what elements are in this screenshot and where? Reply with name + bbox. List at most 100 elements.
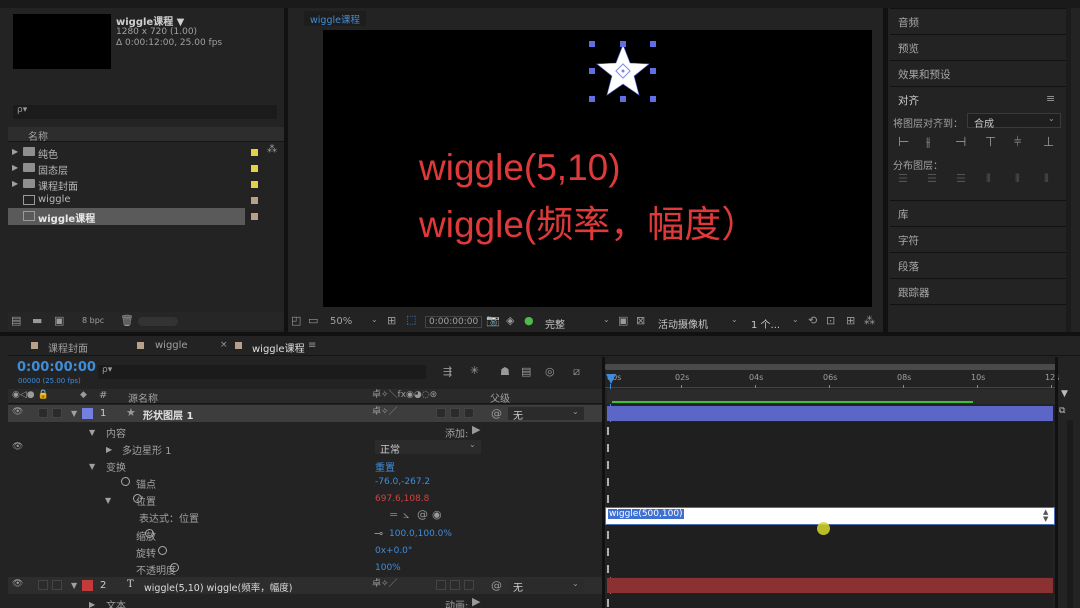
expression-language-menu-icon[interactable]: ◉ xyxy=(432,509,442,520)
collapse-arrow-icon[interactable]: ▼ xyxy=(71,581,77,590)
align-horizontal-center-icon[interactable]: ⫲ xyxy=(926,136,930,149)
stopwatch-icon[interactable] xyxy=(121,477,130,486)
panel-preview[interactable]: 预览 xyxy=(898,41,919,56)
thumbnail-slider[interactable] xyxy=(138,317,178,326)
opacity-value[interactable]: 100% xyxy=(375,563,401,573)
tab-course-cover[interactable]: 课程封面 xyxy=(48,340,88,355)
list-item[interactable]: wiggle xyxy=(8,192,284,209)
distribute-bottom-icon[interactable]: ☰ xyxy=(956,173,966,184)
expression-pickwhip-icon[interactable]: @ xyxy=(417,509,428,520)
distribute-left-icon[interactable]: ⦀ xyxy=(986,173,991,184)
monitor-icon[interactable]: ▭ xyxy=(308,315,318,326)
tab-menu-icon[interactable]: ≡ xyxy=(308,341,316,351)
layer-name[interactable]: 形状图层 1 xyxy=(143,407,193,422)
camera-dropdown[interactable]: 活动摄像机 xyxy=(658,316,708,331)
label-color-swatch[interactable] xyxy=(251,165,258,172)
panel-library[interactable]: 库 xyxy=(898,207,909,222)
eye-icon[interactable]: 👁 xyxy=(12,408,23,417)
flowchart-icon[interactable]: ⁂ xyxy=(267,145,277,155)
transform-handle[interactable] xyxy=(650,41,656,47)
star-shape[interactable] xyxy=(589,42,657,100)
switch-box[interactable] xyxy=(464,580,474,590)
playhead[interactable] xyxy=(606,374,616,384)
expression-field[interactable]: wiggle(500,100) ▲ ▼ xyxy=(605,507,1055,525)
list-item[interactable]: ▶ 固态层 xyxy=(8,160,284,177)
project-search-input[interactable]: ρ▾ xyxy=(13,105,277,119)
polystar-label[interactable]: 多边星形 1 xyxy=(122,442,172,457)
timeline-vertical-scrollbar[interactable] xyxy=(1067,420,1073,608)
av-switches-icon[interactable]: ◉◁● 🔒 xyxy=(12,391,49,400)
shy-layers-icon[interactable]: ☗ xyxy=(500,366,510,377)
comp-marker-bin-icon[interactable]: ⧉ xyxy=(1059,407,1065,416)
switch-box[interactable] xyxy=(436,580,446,590)
label-color-swatch[interactable] xyxy=(251,149,258,156)
canvas-text-line2[interactable]: wiggle(频率，幅度） xyxy=(419,194,758,248)
expression-enable-icon[interactable]: = xyxy=(389,509,398,520)
panel-tracker[interactable]: 跟踪器 xyxy=(898,285,930,300)
interpret-footage-icon[interactable]: ▤ xyxy=(11,315,21,326)
new-composition-icon[interactable]: ▣ xyxy=(54,315,64,326)
collapse-arrow-icon[interactable]: ▼ xyxy=(89,428,95,437)
transform-handle[interactable] xyxy=(650,68,656,74)
solo-switch[interactable] xyxy=(38,408,48,418)
eye-icon[interactable]: 👁 xyxy=(12,580,23,589)
viewer-timecode[interactable]: 0:00:00:00 xyxy=(425,316,483,328)
anchor-value[interactable]: -76.0,-267.2 xyxy=(375,477,430,487)
collapse-arrow-icon[interactable]: ▼ xyxy=(105,496,111,505)
3d-view-icon[interactable]: ⊡ xyxy=(826,315,835,326)
pick-whip-icon[interactable]: @ xyxy=(491,580,502,591)
chevron-down-icon[interactable]: ⌄ xyxy=(731,316,738,324)
trash-icon[interactable]: 🗑 xyxy=(120,315,134,326)
resolution-dropdown[interactable]: 完整 xyxy=(545,316,565,331)
expand-arrow-icon[interactable]: ▶ xyxy=(106,445,112,454)
current-time[interactable]: 0:00:00:00 xyxy=(17,360,96,375)
source-name-column-header[interactable]: 源名称 xyxy=(128,390,158,405)
distribute-top-icon[interactable]: ☰ xyxy=(898,173,908,184)
expression-graph-icon[interactable]: ⦣ xyxy=(403,509,409,520)
switches-column-icons[interactable]: 卓✧＼fx◉◕◌⊛ xyxy=(372,391,437,400)
blend-mode-dropdown[interactable]: 正常 ⌄ xyxy=(375,440,481,456)
chevron-down-icon[interactable]: ⌄ xyxy=(792,316,799,324)
panel-menu-icon[interactable]: ≡ xyxy=(1046,93,1055,104)
expand-arrow-icon[interactable]: ▶ xyxy=(12,147,18,156)
layer-2-duration-bar[interactable] xyxy=(607,578,1053,593)
name-column-header[interactable]: 名称 xyxy=(28,128,48,143)
new-folder-icon[interactable]: ▬ xyxy=(32,315,42,326)
align-vertical-center-icon[interactable]: ⫩ xyxy=(1014,136,1021,149)
chevron-down-icon[interactable]: ⌄ xyxy=(371,316,378,324)
frame-blending-icon[interactable]: ▤ xyxy=(521,366,531,377)
rotation-value[interactable]: 0x+0.0° xyxy=(375,546,412,556)
network-icon[interactable]: ⁂ xyxy=(864,315,875,326)
fit-frame-icon[interactable]: ⊞ xyxy=(387,315,396,326)
expand-arrow-icon[interactable]: ▶ xyxy=(89,600,95,608)
work-area-end-marker[interactable]: ▼ xyxy=(1061,390,1068,399)
solo-switch[interactable] xyxy=(38,580,48,590)
panel-effects-presets[interactable]: 效果和预设 xyxy=(898,67,951,82)
flowchart-icon[interactable]: ⊞ xyxy=(846,315,855,326)
label-color-swatch[interactable] xyxy=(251,181,258,188)
switch-box[interactable] xyxy=(450,580,460,590)
collapse-arrow-icon[interactable]: ▼ xyxy=(71,409,77,418)
tab-wiggle-course[interactable]: wiggle课程 xyxy=(304,11,366,26)
distribute-right-icon[interactable]: ⦀ xyxy=(1044,173,1049,184)
expression-text[interactable]: wiggle(500,100) xyxy=(608,509,684,519)
switch-box[interactable] xyxy=(436,408,446,418)
views-dropdown[interactable]: 1 个... xyxy=(751,316,780,331)
distribute-hcenter-icon[interactable]: ⦀ xyxy=(1015,173,1020,184)
switch-box[interactable] xyxy=(450,408,460,418)
distribute-vcenter-icon[interactable]: ☰ xyxy=(927,173,937,184)
collapse-arrow-icon[interactable]: ▼ xyxy=(89,462,95,471)
align-right-icon[interactable]: ⊣ xyxy=(955,136,966,149)
fast-preview-icon[interactable]: ▣ xyxy=(618,315,628,326)
constrain-proportions-icon[interactable]: ⊸ xyxy=(374,528,383,539)
expand-arrow-icon[interactable]: ▶ xyxy=(12,163,18,172)
add-menu-icon[interactable]: ▶ xyxy=(472,424,480,435)
panel-character[interactable]: 字符 xyxy=(898,233,919,248)
layer-name[interactable]: wiggle(5,10) wiggle(频率，幅度) xyxy=(144,580,292,594)
transform-handle[interactable] xyxy=(589,96,595,102)
comp-mini-flowchart-icon[interactable]: ⇶ xyxy=(443,366,452,377)
scale-value[interactable]: 100.0,100.0% xyxy=(389,529,452,539)
comp-canvas[interactable]: wiggle(5,10) wiggle(频率，幅度） xyxy=(323,30,872,307)
align-left-icon[interactable]: ⊢ xyxy=(898,136,909,149)
draft-3d-icon[interactable]: ✳ xyxy=(470,365,479,376)
